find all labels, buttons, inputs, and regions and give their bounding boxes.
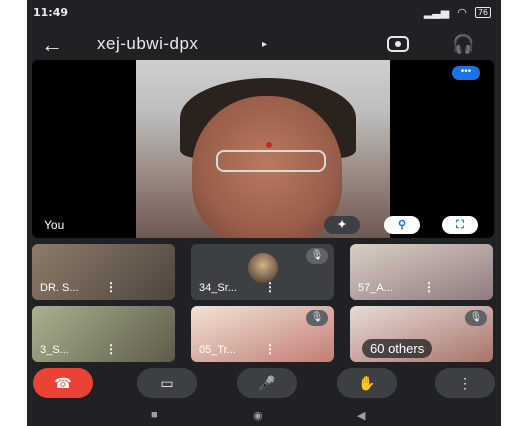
camera-toggle-button[interactable]: ▭ [137, 368, 197, 398]
effects-icon[interactable]: ✦ [324, 216, 360, 234]
more-options-button[interactable]: ⋮ [435, 368, 495, 398]
others-tile[interactable]: 🎙 60 others [350, 306, 493, 362]
mic-off-icon: 🎙 [306, 248, 328, 264]
battery-icon: 76 [474, 7, 491, 18]
meeting-screen: 11:49 ▂▃▅ ◠ 76 ← xej-ubwi-dpx ▸ 🎧 You ••… [27, 0, 501, 426]
participant-tile[interactable]: 🎙 05_Tr... ⋮ [191, 306, 334, 362]
caret-right-icon[interactable]: ▸ [262, 39, 267, 50]
recents-icon[interactable]: ■ [151, 409, 158, 421]
participant-tile[interactable]: 57_A... ⋮ [350, 244, 493, 300]
signal-icon: ▂▃▅ [423, 6, 450, 19]
others-count: 60 others [362, 339, 433, 358]
self-label: You [44, 218, 65, 232]
mic-toggle-button[interactable]: 🎤 [237, 368, 297, 398]
participant-tile[interactable]: DR. S... ⋮ [32, 244, 175, 300]
avatar [248, 253, 278, 283]
self-video-feed [136, 60, 390, 238]
participant-menu-icon[interactable]: ⋮ [423, 280, 435, 294]
back-arrow-icon[interactable]: ← [41, 32, 63, 58]
end-call-button[interactable]: ☎ [33, 368, 93, 398]
glasses [216, 150, 326, 172]
participant-tile[interactable]: 3_S... ⋮ [32, 306, 175, 362]
participant-name: 05_Tr... [199, 344, 236, 356]
mic-off-icon: 🎙 [465, 310, 487, 326]
clock: 11:49 [33, 6, 69, 19]
participant-menu-icon[interactable]: ⋮ [264, 342, 276, 356]
participant-name: 57_A... [358, 282, 393, 294]
bindi [266, 142, 272, 148]
meeting-header: ← xej-ubwi-dpx ▸ 🎧 [27, 30, 501, 64]
self-video-tile: You ••• ✦ ⚲ ⛶ [32, 60, 494, 238]
meeting-code[interactable]: xej-ubwi-dpx [97, 34, 198, 54]
home-icon[interactable]: ◉ [253, 409, 263, 422]
participant-name: DR. S... [40, 282, 79, 294]
headphones-icon[interactable]: 🎧 [452, 34, 474, 55]
system-nav-bar: ■ ◉ ◀ [27, 404, 501, 426]
participant-menu-icon[interactable]: ⋮ [105, 342, 117, 356]
wifi-icon: ◠ [457, 6, 467, 19]
pin-icon[interactable]: ⚲ [384, 216, 420, 234]
status-icons: ▂▃▅ ◠ 76 [424, 6, 491, 19]
status-bar: 11:49 ▂▃▅ ◠ 76 [27, 0, 501, 26]
fullscreen-icon[interactable]: ⛶ [442, 216, 478, 234]
participant-name: 3_S... [40, 344, 69, 356]
participant-tile[interactable]: 🎙 34_Sr... ⋮ [191, 244, 334, 300]
switch-camera-icon[interactable] [387, 36, 409, 52]
participant-menu-icon[interactable]: ⋮ [105, 280, 117, 294]
more-options-icon[interactable]: ••• [452, 66, 480, 80]
participant-menu-icon[interactable]: ⋮ [264, 280, 276, 294]
back-nav-icon[interactable]: ◀ [357, 409, 365, 422]
call-controls: ☎ ▭ 🎤 ✋ ⋮ [27, 368, 501, 404]
raise-hand-button[interactable]: ✋ [337, 368, 397, 398]
participant-name: 34_Sr... [199, 282, 237, 294]
mic-off-icon: 🎙 [306, 310, 328, 326]
